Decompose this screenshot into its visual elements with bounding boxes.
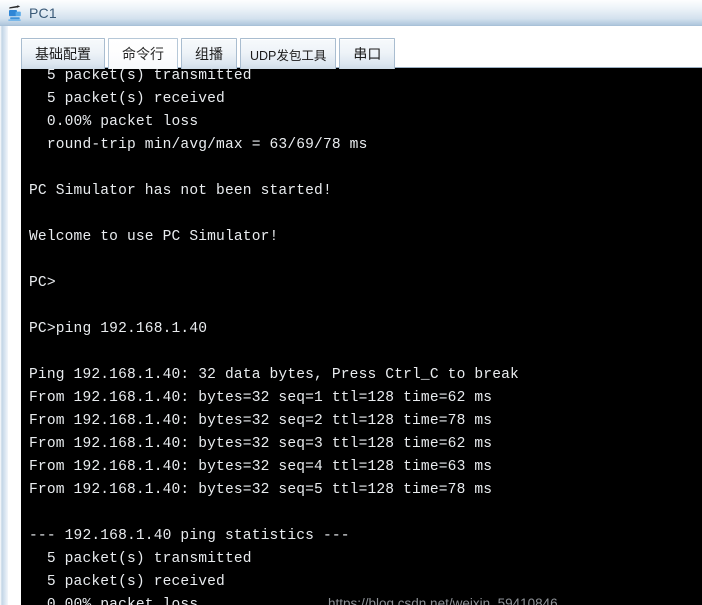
command-line-terminal[interactable]: 5 packet(s) transmitted 5 packet(s) rece…	[21, 67, 702, 605]
window-title: PC1	[29, 5, 57, 21]
terminal-line: 5 packet(s) received	[29, 91, 225, 107]
terminal-line: From 192.168.1.40: bytes=32 seq=5 ttl=12…	[29, 482, 493, 498]
tab-command-line[interactable]: 命令行	[108, 38, 178, 69]
terminal-line: 5 packet(s) transmitted	[29, 68, 252, 84]
terminal-line: --- 192.168.1.40 ping statistics ---	[29, 528, 350, 544]
terminal-line: Ping 192.168.1.40: 32 data bytes, Press …	[29, 367, 519, 383]
terminal-output: 5 packet(s) transmitted 5 packet(s) rece…	[29, 68, 702, 605]
tab-bar: 基础配置 命令行 组播 UDP发包工具 串口	[21, 38, 398, 69]
pc-device-icon	[6, 3, 26, 23]
terminal-line: From 192.168.1.40: bytes=32 seq=4 ttl=12…	[29, 459, 493, 475]
window-left-border	[0, 26, 8, 605]
terminal-line: PC>	[29, 275, 56, 291]
terminal-line: 0.00% packet loss	[29, 114, 199, 130]
tab-serial-port[interactable]: 串口	[339, 38, 396, 69]
terminal-line: 0.00% packet loss	[29, 597, 199, 605]
terminal-line: 5 packet(s) transmitted	[29, 551, 252, 567]
terminal-line: PC Simulator has not been started!	[29, 183, 332, 199]
window-titlebar: PC1	[0, 0, 702, 26]
tab-label: 命令行	[122, 46, 164, 62]
terminal-line: PC>ping 192.168.1.40	[29, 321, 208, 337]
terminal-line: Welcome to use PC Simulator!	[29, 229, 279, 245]
tab-basic-config[interactable]: 基础配置	[21, 38, 105, 69]
tab-label: 组播	[195, 46, 223, 62]
terminal-line: From 192.168.1.40: bytes=32 seq=2 ttl=12…	[29, 413, 493, 429]
tab-label: UDP发包工具	[250, 48, 327, 63]
terminal-line: From 192.168.1.40: bytes=32 seq=3 ttl=12…	[29, 436, 493, 452]
pc1-console-window: PC1 基础配置 命令行 组播 UDP发包工具 串口 5 packet(s) trans…	[0, 0, 702, 605]
window-left-padding	[8, 26, 21, 605]
tab-udp-packet-tool[interactable]: UDP发包工具	[240, 38, 337, 69]
window-body: 基础配置 命令行 组播 UDP发包工具 串口 5 packet(s) transmitt…	[0, 26, 702, 605]
tab-label: 基础配置	[35, 46, 91, 62]
tab-label: 串口	[353, 46, 382, 62]
terminal-line: round-trip min/avg/max = 63/69/78 ms	[29, 137, 368, 153]
tab-multicast[interactable]: 组播	[181, 38, 237, 69]
terminal-line: 5 packet(s) received	[29, 574, 225, 590]
terminal-line: From 192.168.1.40: bytes=32 seq=1 ttl=12…	[29, 390, 493, 406]
